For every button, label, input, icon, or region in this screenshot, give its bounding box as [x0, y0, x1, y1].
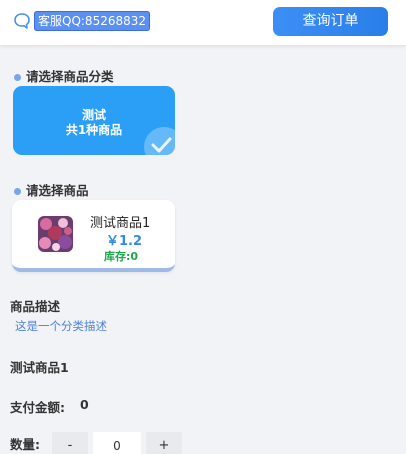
quantity-label: 数量:: [10, 437, 40, 452]
payment-amount: 0: [80, 397, 89, 412]
section-dot-icon: [14, 188, 21, 195]
category-card-test[interactable]: 测试 共1种商品: [13, 86, 175, 155]
goods-card-item1[interactable]: 测试商品1 ￥1.2 库存:0: [12, 200, 175, 272]
query-order-button[interactable]: 查询订单: [273, 7, 388, 36]
quantity-input[interactable]: [93, 432, 141, 454]
goods-section-label: 请选择商品: [26, 183, 89, 198]
category-section-title: 请选择商品分类: [14, 66, 114, 85]
goods-section-title: 请选择商品: [14, 180, 89, 199]
goods-stock: 库存:0: [104, 250, 139, 263]
selected-goods-name: 测试商品1: [10, 360, 69, 375]
goods-name: 测试商品1: [90, 216, 151, 231]
goods-price: ￥1.2: [106, 234, 143, 249]
quantity-plus-button[interactable]: +: [146, 432, 182, 454]
description-label: 商品描述: [10, 299, 61, 314]
category-section-label: 请选择商品分类: [26, 69, 114, 84]
chat-bubble-icon[interactable]: [12, 11, 32, 31]
product-thumbnail: [38, 216, 73, 252]
payment-label: 支付金额:: [10, 400, 65, 415]
top-header: 客服QQ:85268832 查询订单: [0, 0, 406, 45]
description-text: 这是一个分类描述: [15, 319, 107, 333]
section-dot-icon: [14, 74, 21, 81]
quantity-minus-button[interactable]: -: [52, 432, 88, 454]
customer-service-qq[interactable]: 客服QQ:85268832: [34, 11, 151, 31]
selected-check-icon: [144, 127, 175, 155]
